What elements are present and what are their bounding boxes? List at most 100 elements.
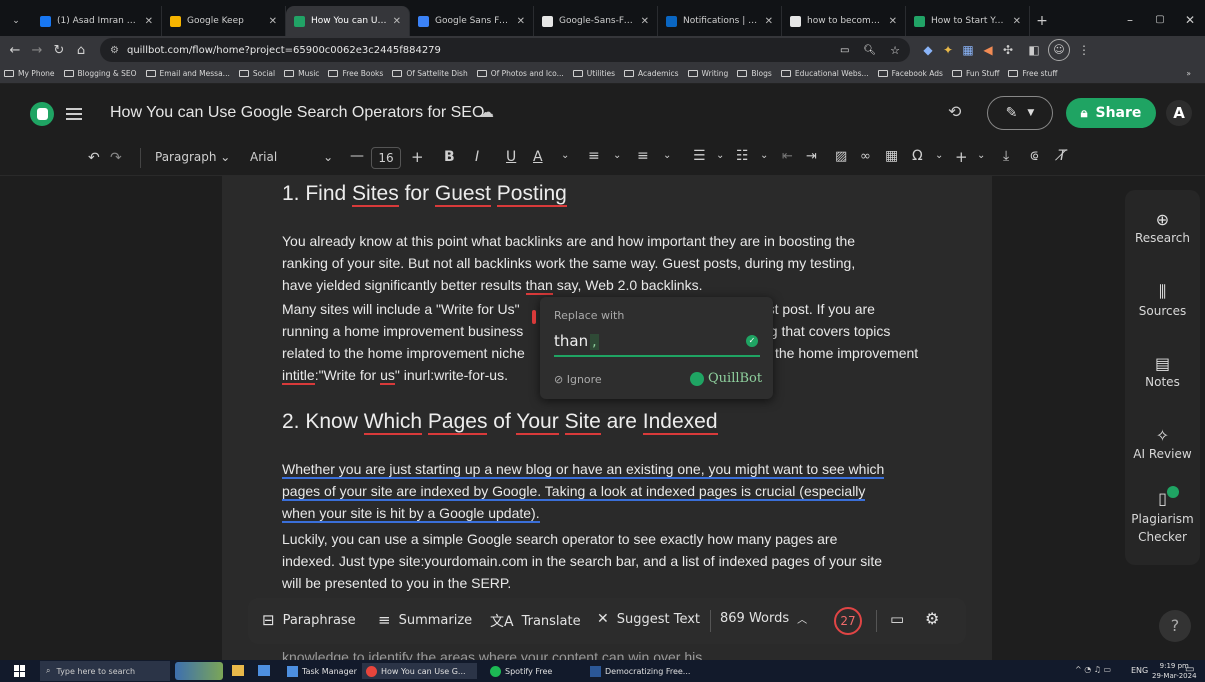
sources-button[interactable]: ⫼ Sources [1125,282,1200,318]
bookmark-item[interactable]: Blogs [737,69,772,78]
tab-close-icon[interactable]: ✕ [393,16,401,27]
extension-megaphone-icon[interactable]: ◀ [978,43,998,57]
back-icon[interactable]: ← [4,43,26,58]
windows-start-icon[interactable] [14,665,26,677]
bookmark-item[interactable]: Blogging & SEO [63,69,137,78]
extensions-puzzle-icon[interactable]: ✣ [998,43,1018,57]
bookmark-star-icon[interactable]: ☆ [890,44,900,57]
insert-plus-icon[interactable]: + [955,148,968,166]
insert-chevron-icon[interactable]: ⌄ [977,150,985,161]
table-icon[interactable]: ▦ [885,148,898,164]
site-info-icon[interactable]: ⚙ [110,45,119,56]
spelling-issue[interactable]: Guest [434,182,491,207]
paraphrase-button[interactable]: ⊟ Paraphrase [262,611,356,629]
grammar-issue-than[interactable]: than [525,277,553,295]
bookmark-item[interactable]: Academics [624,69,679,78]
format-painter-icon[interactable]: ⟃ [1030,148,1038,164]
tab-close-icon[interactable]: ✕ [889,16,897,27]
language-indicator[interactable]: ENG [1131,666,1148,675]
browser-tab[interactable]: (1) Asad Imran Shah - ✕ [32,6,162,36]
home-icon[interactable]: ⌂ [70,43,92,58]
ignore-button[interactable]: ⊘ Ignore [554,373,602,386]
line-spacing-chevron-icon[interactable]: ⌄ [663,150,671,161]
tab-close-icon[interactable]: ✕ [641,16,649,27]
bookmark-item[interactable]: Educational Webs... [780,69,869,78]
system-tray-icons[interactable]: ^ ◔ ♫ ▭ [1075,665,1111,674]
history-icon[interactable]: ⟲ [948,102,961,121]
bookmark-item[interactable]: My Phone [4,69,55,78]
bookmark-item[interactable]: Fun Stuff [951,69,999,78]
word-count-dropdown[interactable]: 869 Words ︿ [720,611,807,626]
zoom-icon[interactable]: 🔍︎ [863,45,876,56]
download-icon[interactable]: ⤓ [1003,148,1009,164]
bookmark-item[interactable]: Of Sattelite Dish [392,69,468,78]
extension-grid-icon[interactable]: ▦ [958,43,978,57]
doc-title[interactable]: How You can Use Google Search Operators … [110,104,484,122]
hamburger-menu-icon[interactable] [66,102,82,126]
maximize-window-icon[interactable]: ▢ [1145,6,1175,36]
numbered-list-chevron-icon[interactable]: ⌄ [760,150,768,161]
tab-close-icon[interactable]: ✕ [1013,16,1021,27]
bullet-list-chevron-icon[interactable]: ⌄ [716,150,724,161]
spelling-issue[interactable]: intitle [282,367,315,385]
file-explorer-icon[interactable] [232,665,244,676]
tab-close-icon[interactable]: ✕ [517,16,525,27]
browser-tab[interactable]: Google Sans Font Fam ✕ [410,6,534,36]
taskbar-search-input[interactable]: ⌕ Type here to search [40,661,170,681]
document-editor[interactable]: 1. Find Sites for Guest Posting You alre… [222,176,992,665]
extension-bird-icon[interactable]: ✦ [938,43,958,57]
image-icon[interactable]: ▨ [835,149,847,164]
font-size-increase-button[interactable]: + [411,148,424,166]
indent-icon[interactable]: ⇥ [806,149,817,164]
profile-icon[interactable]: ☺ [1048,39,1070,61]
avatar[interactable]: A [1166,100,1192,126]
share-button[interactable]: 🔒︎ Share [1066,98,1156,128]
redo-icon[interactable]: ↷ [110,150,122,166]
spelling-issue[interactable]: Sites [352,182,399,207]
outdent-icon[interactable]: ⇤ [782,149,793,164]
editing-mode-dropdown[interactable]: ✎ ▼ [987,96,1053,130]
line-spacing-icon[interactable]: ≡ [637,148,649,164]
italic-icon[interactable]: I [475,149,479,165]
browser-tab[interactable]: Notifications | LinkedI ✕ [658,6,782,36]
bookmark-item[interactable]: Social [238,69,275,78]
taskbar-weather-icon[interactable] [175,662,223,680]
issues-count-badge[interactable]: 27 [834,607,862,635]
numbered-list-icon[interactable]: ☷ [736,148,749,164]
taskbar-app-word[interactable]: Democratizing Free... [590,663,690,679]
suggestion-field[interactable]: than, ✓ [554,331,760,357]
special-character-icon[interactable]: Ω [912,148,923,164]
bookmark-item[interactable]: Free stuff [1008,69,1057,78]
special-character-chevron-icon[interactable]: ⌄ [935,150,943,161]
ai-review-button[interactable]: ✧ AI Review [1125,426,1200,461]
browser-tab[interactable]: How to Start Your Car ✕ [906,6,1030,36]
close-window-icon[interactable]: ✕ [1175,6,1205,36]
spelling-issue[interactable]: us [380,367,395,385]
read-aloud-icon[interactable]: ▭ [890,610,904,628]
more-bookmarks-icon[interactable]: » [1186,69,1191,78]
font-size-input[interactable]: 16 [371,147,401,169]
plagiarism-checker-button[interactable]: ▯ Plagiarism Checker [1125,486,1200,546]
forward-icon[interactable]: → [26,43,48,58]
extension-shield-icon[interactable]: ◆ [918,43,938,57]
tab-close-icon[interactable]: ✕ [765,16,773,27]
sidebar-toggle-icon[interactable]: ◧ [1024,43,1044,57]
bold-icon[interactable]: B [444,149,455,165]
translate-button[interactable]: 文A Translate [490,611,581,631]
undo-icon[interactable]: ↶ [88,150,100,166]
tab-search-icon[interactable]: ⌄ [0,6,32,36]
minimize-window-icon[interactable]: – [1115,6,1145,36]
settings-gear-icon[interactable]: ⚙ [925,609,939,628]
help-button[interactable]: ? [1159,610,1191,642]
paragraph-3[interactable]: Whether you are just starting up a new b… [282,458,952,524]
taskbar-app-chrome[interactable]: How You can Use G... [362,663,477,679]
bookmark-item[interactable]: Email and Messa... [145,69,230,78]
browser-tab[interactable]: how to become conte ✕ [782,6,906,36]
tab-close-icon[interactable]: ✕ [269,16,277,27]
bullet-list-icon[interactable]: ☰ [693,148,706,164]
bookmark-item[interactable]: Facebook Ads [877,69,943,78]
align-icon[interactable]: ≡ [588,148,600,164]
spelling-issue[interactable]: Posting [496,182,567,207]
bookmark-item[interactable]: Utilities [572,69,615,78]
link-icon[interactable]: ∞ [860,149,871,164]
